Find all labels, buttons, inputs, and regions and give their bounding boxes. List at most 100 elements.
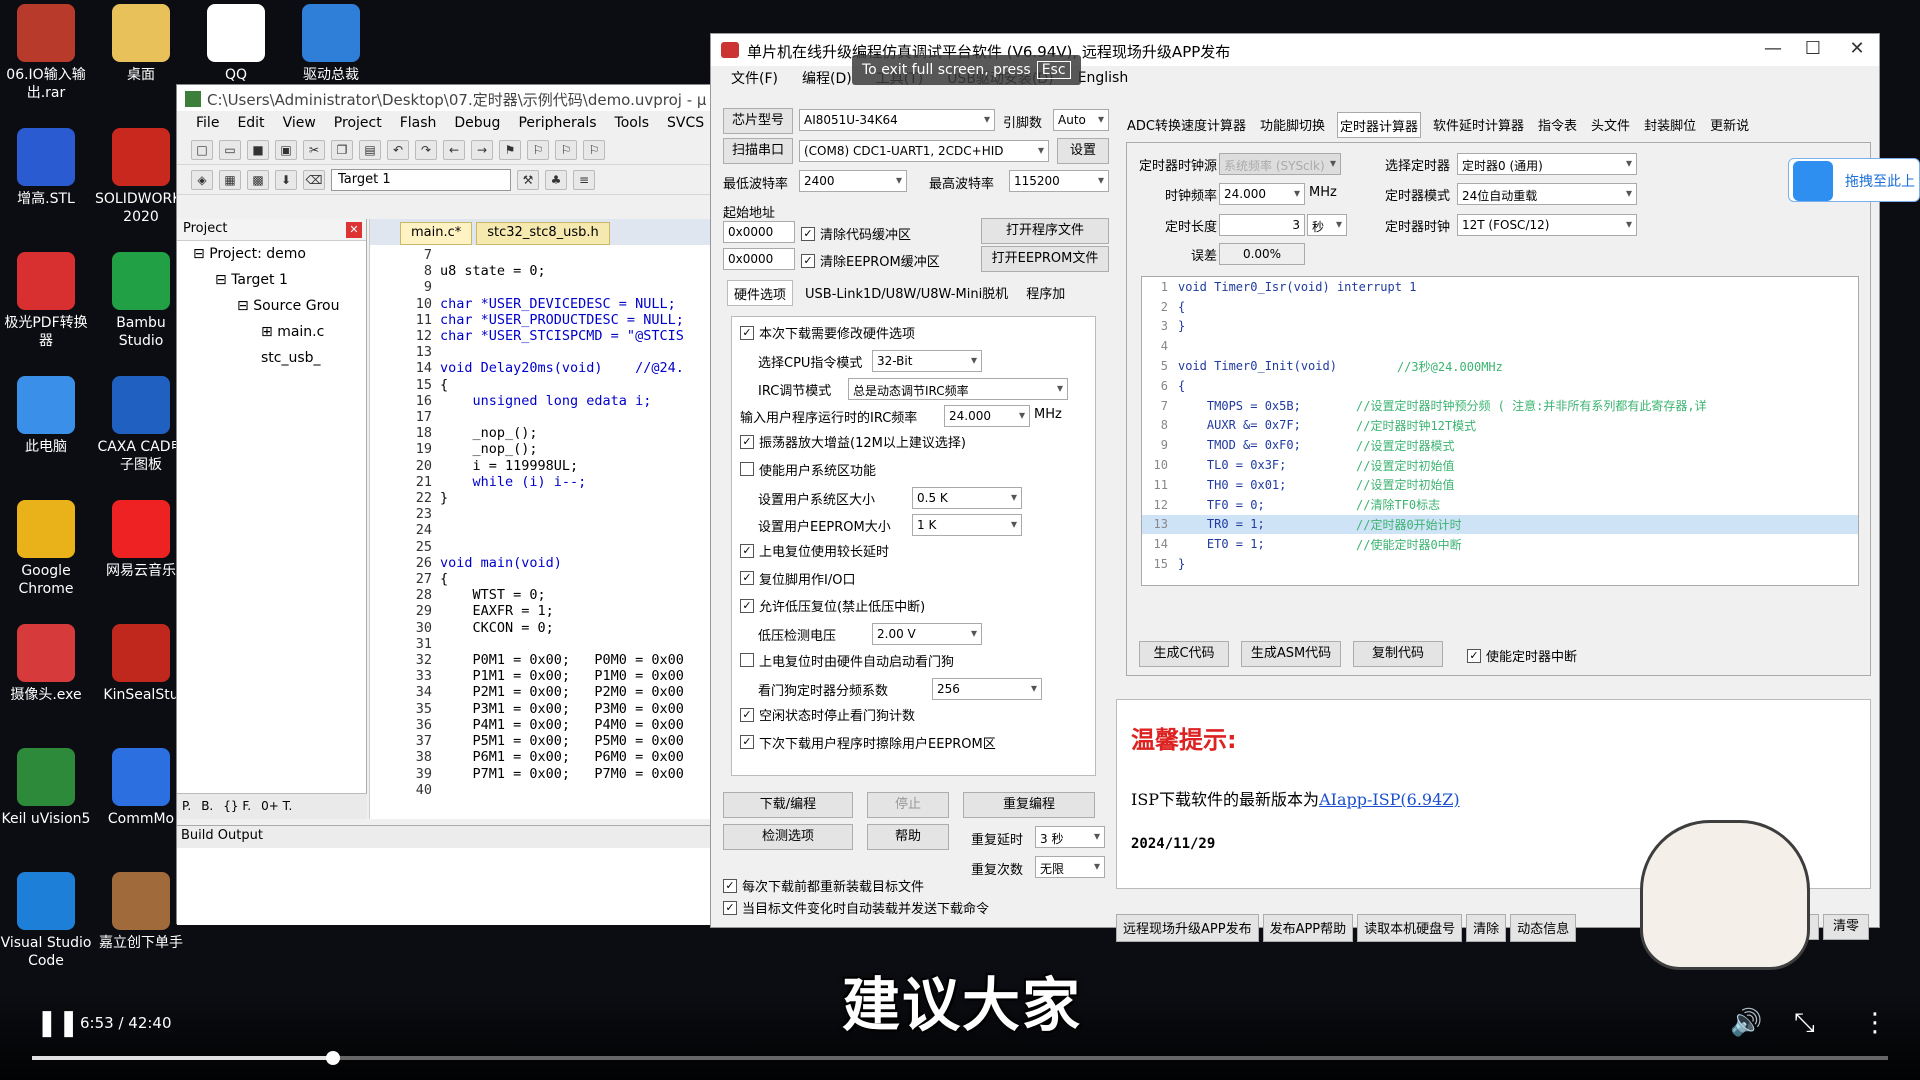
hardware-option-select[interactable]: 0.5 K xyxy=(912,486,1022,509)
checkbox-box[interactable]: ✓ xyxy=(740,571,754,586)
bookmark-next-icon[interactable]: ⚐ xyxy=(555,139,577,160)
code-address-input[interactable]: 0x0000 xyxy=(723,221,795,243)
keil-menu-item[interactable]: Peripherals xyxy=(509,115,605,131)
target-select[interactable]: Target 1 xyxy=(331,168,511,191)
hardware-tab[interactable]: 硬件选项 xyxy=(727,280,794,306)
generate-asm-code-button[interactable]: 生成ASM代码 xyxy=(1241,641,1341,667)
project-panel-tab[interactable]: B. xyxy=(201,799,213,814)
hardware-tab[interactable]: 程序加 xyxy=(1020,280,1071,306)
check-options-button[interactable]: 检测选项 xyxy=(723,824,853,850)
desktop-icon[interactable]: 06.IO输入输出.rar xyxy=(0,4,92,102)
desktop-icon[interactable]: 摄像头.exe xyxy=(0,624,92,704)
editor-tab[interactable]: main.c* xyxy=(400,222,473,245)
desktop-icon[interactable]: 嘉立创下单手 xyxy=(95,872,187,952)
editor-tab[interactable]: stc32_stc8_usb.h xyxy=(476,222,610,245)
manage-books-icon[interactable]: ≡ xyxy=(573,169,595,190)
pins-select[interactable]: Auto xyxy=(1053,109,1109,131)
repeat-count-select[interactable]: 无限 xyxy=(1035,856,1105,878)
generate-c-code-button[interactable]: 生成C代码 xyxy=(1139,641,1229,667)
hardware-option-checkbox[interactable]: ✓ 复位脚用作I/O口 xyxy=(740,569,855,588)
save-icon[interactable]: ■ xyxy=(247,139,269,160)
desktop-icon[interactable]: 驱动总裁 xyxy=(285,4,377,84)
redo-icon[interactable]: ↷ xyxy=(415,139,437,160)
hardware-option-checkbox[interactable]: ✓ 下次下载用户程序时擦除用户EEPROM区 xyxy=(740,733,996,752)
min-baud-select[interactable]: 2400 xyxy=(799,170,907,192)
desktop-icon[interactable]: Keil uVision5 xyxy=(0,748,92,828)
desktop-icon[interactable]: SOLIDWORKS 2020 xyxy=(95,128,190,226)
tree-node[interactable]: ⊟ Target 1 xyxy=(185,267,366,293)
tree-node[interactable]: ⊟ Project: demo xyxy=(185,241,366,267)
hardware-option-select[interactable]: 2.00 V xyxy=(872,623,982,646)
hardware-option-select[interactable]: 总是动态调节IRC频率 xyxy=(848,377,1068,400)
timer-clock-select[interactable]: 12T (FOSC/12) xyxy=(1457,214,1637,236)
hardware-option-checkbox[interactable]: ✓ 上电复位使用较长延时 xyxy=(740,541,889,560)
cut-icon[interactable]: ✂ xyxy=(303,139,325,160)
maximize-icon[interactable]: ☐ xyxy=(1791,38,1835,59)
desktop-icon[interactable]: Bambu Studio xyxy=(95,252,187,350)
chip-select[interactable]: AI8051U-34K64 xyxy=(799,109,995,131)
translate-icon[interactable]: ◈ xyxy=(191,169,213,190)
keil-menu-item[interactable]: Tools xyxy=(606,115,659,131)
tool-tab[interactable]: 头文件 xyxy=(1589,112,1632,138)
keil-menu-item[interactable]: Edit xyxy=(228,115,273,131)
settings-button[interactable]: 设置 xyxy=(1057,138,1109,164)
checkbox-box[interactable]: ✓ xyxy=(740,325,754,340)
hardware-tab[interactable]: USB-Link1D/U8W/U8W-Mini脱机 xyxy=(799,280,1014,306)
clock-freq-select[interactable]: 24.000 xyxy=(1219,183,1305,205)
keil-menu-item[interactable]: View xyxy=(274,115,325,131)
checkbox-box[interactable] xyxy=(740,462,754,476)
project-panel-tab[interactable]: {} F. xyxy=(223,799,251,814)
code-area[interactable]: 7 8 u8 state = 0; 9 10 char *USER_DEVICEDESC … xyxy=(370,247,718,797)
open-file-icon[interactable]: ▭ xyxy=(219,139,241,160)
checkbox-box[interactable]: ✓ xyxy=(801,226,815,241)
build-icon[interactable]: ▦ xyxy=(219,169,241,190)
timer-length-unit-select[interactable]: 秒 xyxy=(1307,214,1347,236)
stc-bottom-button[interactable]: 动态信息 xyxy=(1510,914,1577,942)
hardware-option-select[interactable]: 32-Bit xyxy=(872,350,982,373)
desktop-icon[interactable]: 极光PDF转换器 xyxy=(0,252,92,350)
exit-fullscreen-icon[interactable]: ⤡ xyxy=(1794,1008,1815,1039)
close-window-icon[interactable]: ✕ xyxy=(1835,38,1879,59)
hardware-option-checkbox[interactable]: ✓ 本次下载需要修改硬件选项 xyxy=(740,323,915,342)
copy-code-button[interactable]: 复制代码 xyxy=(1353,641,1443,667)
bookmark-prev-icon[interactable]: ⚐ xyxy=(527,139,549,160)
reload-before-download-checkbox[interactable]: ✓ 每次下载前都重新装载目标文件 xyxy=(723,876,924,895)
paste-icon[interactable]: ▤ xyxy=(359,139,381,160)
volume-icon[interactable]: 🔊 xyxy=(1730,1008,1762,1038)
select-timer-select[interactable]: 定时器0 (通用) xyxy=(1457,153,1637,175)
keil-menu-item[interactable]: SVCS xyxy=(658,115,713,131)
generated-code-box[interactable]: 1 void Timer0_Isr(void) interrupt 1 2{3} 4 5… xyxy=(1141,276,1859,586)
tool-tab[interactable]: ADC转换速度计算器 xyxy=(1125,112,1248,138)
new-file-icon[interactable]: □ xyxy=(191,139,213,160)
repeat-delay-select[interactable]: 3 秒 xyxy=(1035,826,1105,848)
stc-bottom-button[interactable]: 清除 xyxy=(1466,914,1507,942)
checkbox-box[interactable]: ✓ xyxy=(1467,648,1481,663)
tree-node[interactable]: ⊞ main.c xyxy=(185,319,366,345)
hardware-option-checkbox[interactable]: ✓ 振荡器放大增益(12M以上建议选择) xyxy=(740,432,966,451)
desktop-icon[interactable]: 桌面 xyxy=(95,4,187,84)
hardware-option-checkbox[interactable]: 上电复位时由硬件自动启动看门狗 xyxy=(740,651,954,670)
download-program-button[interactable]: 下载/编程 xyxy=(723,792,853,818)
stc-bottom-button[interactable]: 发布APP帮助 xyxy=(1262,914,1354,942)
video-progress-knob[interactable] xyxy=(325,1051,340,1065)
stop-button[interactable]: 停止 xyxy=(867,792,949,818)
back-icon[interactable]: ← xyxy=(443,139,465,160)
tree-node[interactable]: stc_usb_ xyxy=(185,345,366,371)
checkbox-box[interactable]: ✓ xyxy=(740,543,754,558)
tool-tab[interactable]: 指令表 xyxy=(1536,112,1579,138)
repeat-program-button[interactable]: 重复编程 xyxy=(963,792,1095,818)
latest-version-link[interactable]: AIapp-ISP(6.94Z) xyxy=(1319,790,1460,809)
bookmark-icon[interactable]: ⚑ xyxy=(499,139,521,160)
hardware-option-select[interactable]: 1 K xyxy=(912,514,1022,537)
port-select[interactable]: (COM8) CDC1-UART1, 2CDC+HID xyxy=(799,140,1049,162)
more-options-icon[interactable]: ⋮ xyxy=(1862,1008,1888,1038)
checkbox-box[interactable]: ✓ xyxy=(740,707,754,722)
drag-upload-widget[interactable]: 拖拽至此上 xyxy=(1788,158,1920,202)
undo-icon[interactable]: ↶ xyxy=(387,139,409,160)
target-options-icon[interactable]: ⚒ xyxy=(517,169,539,190)
tool-tab[interactable]: 更新说 xyxy=(1708,112,1751,138)
hardware-option-select[interactable]: 24.000 xyxy=(944,404,1030,427)
stc-bottom-button[interactable]: 读取本机硬盘号 xyxy=(1357,914,1463,942)
keil-menu-item[interactable]: Flash xyxy=(391,115,446,131)
auto-send-checkbox[interactable]: ✓ 当目标文件变化时自动装载并发送下载命令 xyxy=(723,898,989,917)
